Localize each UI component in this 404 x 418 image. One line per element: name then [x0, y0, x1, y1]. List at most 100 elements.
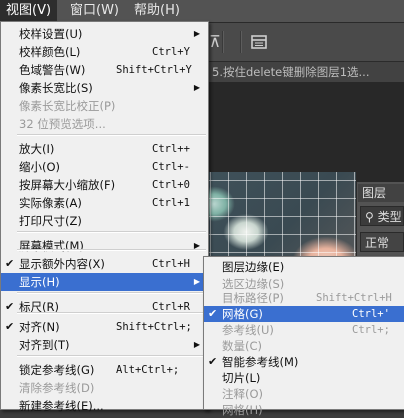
view-menu-item[interactable]: 像素长宽比(S) ▶	[1, 79, 208, 97]
menu-item-label: 校样颜色(L)	[19, 45, 81, 59]
view-menu-item[interactable]: ✔ 对齐(N) Shift+Ctrl+;	[1, 318, 208, 336]
show-submenu: 图层边缘(E) 选区边缘(S) 目标路径(P) Shift+Ctrl+H ✔ 网格(G) C…	[203, 256, 404, 417]
view-menu-item: 清除参考线(D)	[1, 379, 208, 397]
menu-item-label: 像素长宽比校正(P)	[19, 99, 116, 113]
show-submenu-item: 目标路径(P) Shift+Ctrl+H	[204, 291, 404, 306]
checkmark-icon: ✔	[5, 257, 15, 270]
submenu-arrow-icon: ▶	[193, 340, 200, 349]
menu-help[interactable]: 帮助(H)	[128, 0, 186, 22]
view-menu-item[interactable]: 缩小(O) Ctrl+-	[1, 158, 208, 176]
menu-item-label: 32 位预览选项...	[19, 117, 106, 131]
menu-item-label: 缩小(O)	[19, 160, 61, 174]
checkmark-icon: ✔	[208, 307, 218, 320]
submenu-arrow-icon: ▶	[193, 83, 200, 92]
menu-separator	[17, 355, 206, 357]
menu-separator	[17, 292, 206, 294]
checkmark-icon: ✔	[5, 300, 15, 313]
menu-item-label: 对齐(N)	[19, 320, 60, 334]
view-menu-item[interactable]: 屏幕模式(M) ▶	[1, 237, 208, 255]
menu-item-label: 新建参考线(E)...	[19, 399, 104, 413]
view-menu-item[interactable]: ✔ 显示额外内容(X) Ctrl+H	[1, 255, 208, 273]
toolbar-separator	[240, 31, 242, 53]
show-submenu-item: 数量(C)	[204, 338, 404, 354]
menu-item-shortcut: Ctrl+'	[352, 308, 390, 320]
menubar: 视图(V) 窗口(W) 帮助(H)	[0, 0, 404, 23]
view-menu-item[interactable]: 打印尺寸(Z)	[1, 212, 208, 230]
checkmark-icon: ✔	[208, 355, 218, 368]
view-menu-item[interactable]: 按屏幕大小缩放(F) Ctrl+0	[1, 176, 208, 194]
view-menu-item[interactable]: 色域警告(W) Shift+Ctrl+Y	[1, 61, 208, 79]
document-tab[interactable]: 5.按住delete键删除图层1选...	[206, 62, 404, 82]
show-submenu-item: 参考线(U) Ctrl+;	[204, 322, 404, 338]
menu-item-label: 切片(L)	[222, 371, 261, 385]
view-menu-item[interactable]: 锁定参考线(G) Alt+Ctrl+;	[1, 361, 208, 379]
menu-item-label: 智能参考线(M)	[222, 355, 299, 369]
menu-item-label: 参考线(U)	[222, 323, 274, 337]
menu-item-label: 色域警告(W)	[19, 63, 86, 77]
menu-item-shortcut: Ctrl+0	[152, 179, 190, 191]
menu-item-label: 选区边缘(S)	[222, 277, 285, 291]
menu-item-shortcut: Ctrl+-	[152, 161, 190, 173]
show-submenu-item: 注释(O)	[204, 386, 404, 402]
submenu-arrow-icon: ▶	[193, 277, 200, 286]
show-submenu-item: 网格(H)	[204, 402, 404, 418]
menu-view[interactable]: 视图(V)	[0, 0, 58, 22]
blend-mode-select[interactable]: 正常	[360, 232, 404, 252]
menu-item-label: 目标路径(P)	[222, 291, 284, 305]
menu-item-label: 打印尺寸(Z)	[19, 214, 82, 228]
menu-separator	[17, 249, 206, 251]
show-submenu-item[interactable]: ✔ 智能参考线(M)	[204, 354, 404, 370]
menu-item-label: 网格(H)	[222, 403, 263, 417]
menu-item-label: 像素长宽比(S)	[19, 81, 93, 95]
menu-item-label: 放大(I)	[19, 142, 55, 156]
menu-item-label: 清除参考线(D)	[19, 381, 95, 395]
menu-item-shortcut: Ctrl+H	[152, 258, 190, 270]
view-menu-item[interactable]: 新建参考线(E)...	[1, 397, 208, 415]
menu-item-label: 显示(H)	[19, 275, 60, 289]
menu-item-shortcut: Shift+Ctrl+;	[116, 321, 192, 333]
menu-item-label: 显示额外内容(X)	[19, 257, 105, 271]
view-menu-item[interactable]: 放大(I) Ctrl++	[1, 140, 208, 158]
menu-item-shortcut: Ctrl+Y	[152, 46, 190, 58]
menu-separator	[17, 312, 206, 314]
menu-item-label: 锁定参考线(G)	[19, 363, 95, 377]
menu-item-shortcut: Alt+Ctrl+;	[116, 364, 180, 376]
view-menu-item[interactable]: 实际像素(A) Ctrl+1	[1, 194, 208, 212]
show-submenu-item[interactable]: 图层边缘(E)	[204, 259, 404, 275]
show-submenu-item[interactable]: 切片(L)	[204, 370, 404, 386]
menu-window[interactable]: 窗口(W)	[64, 0, 125, 22]
submenu-arrow-icon: ▶	[193, 29, 200, 38]
view-menu-item: 32 位预览选项...	[1, 115, 208, 133]
menu-item-shortcut: Ctrl+;	[352, 324, 390, 336]
menu-item-label: 校样设置(U)	[19, 27, 83, 41]
menu-item-label: 注释(O)	[222, 387, 264, 401]
menu-item-label: 对齐到(T)	[19, 338, 70, 352]
menu-item-label: 网格(G)	[222, 307, 263, 321]
menu-item-label: 按屏幕大小缩放(F)	[19, 178, 116, 192]
menu-separator	[17, 231, 206, 233]
show-submenu-item: 选区边缘(S)	[204, 277, 404, 292]
checkmark-icon: ✔	[5, 320, 15, 333]
menu-item-shortcut: Shift+Ctrl+H	[316, 292, 392, 304]
view-menu-item[interactable]: 校样颜色(L) Ctrl+Y	[1, 43, 208, 61]
layer-filter-label: 类型	[377, 210, 402, 224]
view-menu-item[interactable]: 校样设置(U) ▶	[1, 25, 208, 43]
view-menu-item: 像素长宽比校正(P)	[1, 97, 208, 115]
view-menu: 校样设置(U) ▶ 校样颜色(L) Ctrl+Y 色域警告(W) Shift+Ctrl+Y…	[0, 21, 209, 413]
panel-icon[interactable]	[250, 33, 268, 51]
show-submenu-item[interactable]: ✔ 网格(G) Ctrl+'	[204, 306, 404, 322]
layer-filter-field[interactable]: ⚲ 类型	[360, 206, 404, 226]
layers-panel-tab[interactable]: 图层	[358, 184, 404, 202]
submenu-arrow-icon: ▶	[193, 241, 200, 250]
menu-item-label: 实际像素(A)	[19, 196, 82, 210]
view-menu-item[interactable]: 对齐到(T) ▶	[1, 336, 208, 354]
menu-item-label: 屏幕模式(M)	[19, 239, 84, 253]
menu-item-shortcut: Ctrl+1	[152, 197, 190, 209]
menu-item-label: 图层边缘(E)	[222, 260, 285, 274]
menu-item-shortcut: Shift+Ctrl+Y	[116, 64, 192, 76]
menu-separator	[17, 134, 206, 136]
menu-item-label: 数量(C)	[222, 339, 263, 353]
menu-item-shortcut: Ctrl++	[152, 143, 190, 155]
search-icon: ⚲	[365, 210, 374, 224]
view-menu-item[interactable]: 显示(H) ▶	[1, 273, 208, 291]
